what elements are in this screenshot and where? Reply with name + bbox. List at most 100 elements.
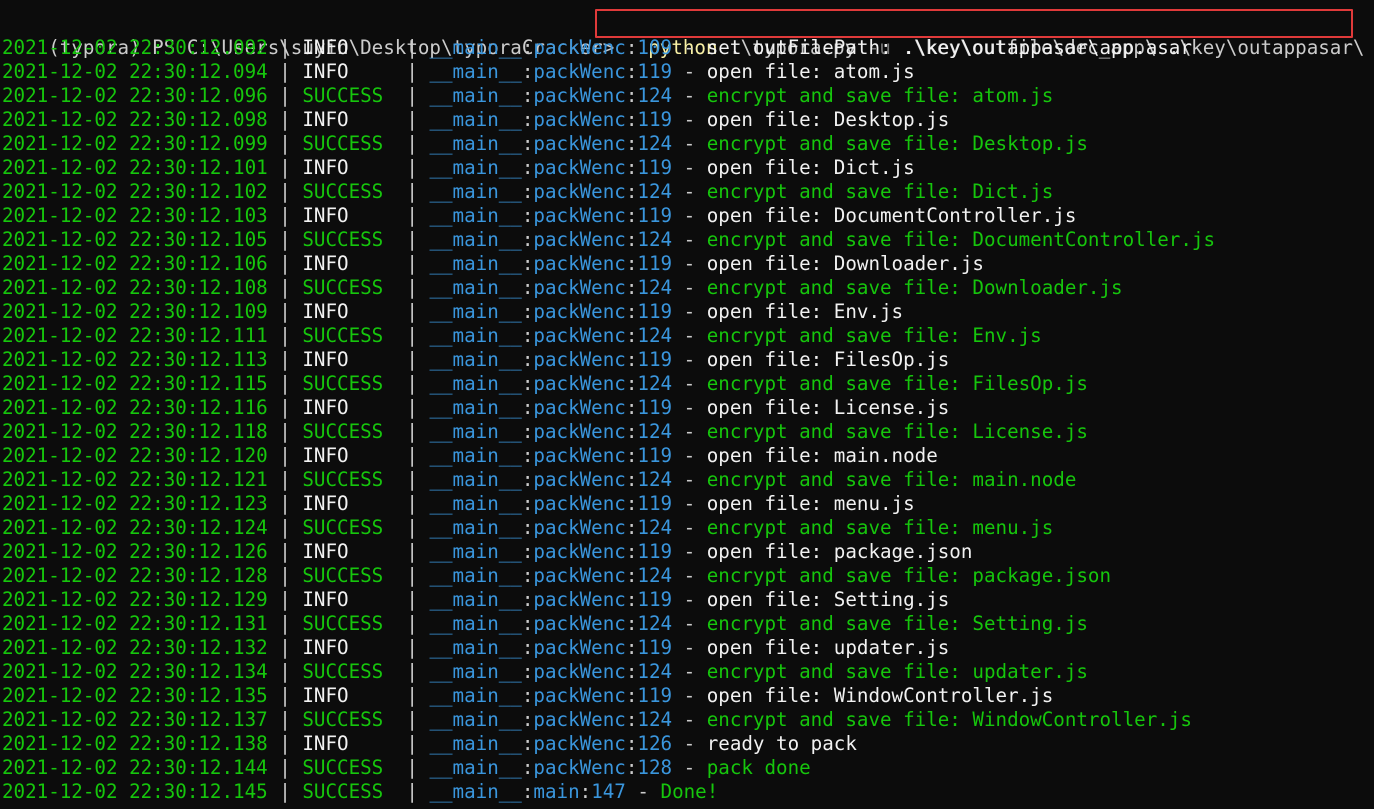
- log-separator: |: [394, 60, 430, 83]
- log-separator: |: [394, 612, 430, 635]
- log-message: encrypt and save file: FilesOp.js: [706, 372, 1088, 395]
- log-line: 2021-12-02 22:30:12.108 | SUCCESS | __ma…: [2, 276, 1123, 300]
- log-colon: :: [521, 204, 534, 227]
- log-module: __main__: [429, 84, 522, 107]
- log-line: 2021-12-02 22:30:12.131 | SUCCESS | __ma…: [2, 612, 1088, 636]
- log-separator: |: [394, 588, 430, 611]
- log-message: open file: main.node: [706, 444, 938, 467]
- log-colon: :: [521, 156, 534, 179]
- log-colon: :: [521, 348, 534, 371]
- log-separator: |: [394, 708, 430, 731]
- log-message: set outFilePath: .\key\outappasar\app.as…: [706, 36, 1192, 59]
- log-module: __main__: [429, 180, 522, 203]
- log-timestamp: 2021-12-02 22:30:12.138: [2, 732, 268, 755]
- log-timestamp: 2021-12-02 22:30:12.135: [2, 684, 268, 707]
- log-module: __main__: [429, 732, 522, 755]
- log-module: __main__: [429, 156, 522, 179]
- log-level: INFO: [302, 732, 395, 755]
- log-line-number: 119: [637, 156, 673, 179]
- log-colon: :: [625, 420, 638, 443]
- log-module: __main__: [429, 372, 522, 395]
- log-timestamp: 2021-12-02 22:30:12.116: [2, 396, 268, 419]
- log-separator: |: [394, 252, 430, 275]
- log-separator: |: [394, 468, 430, 491]
- log-separator: |: [267, 132, 303, 155]
- log-separator: |: [267, 516, 303, 539]
- log-separator: |: [267, 660, 303, 683]
- log-line: 2021-12-02 22:30:12.126 | INFO | __main_…: [2, 540, 972, 564]
- log-separator: |: [394, 132, 430, 155]
- log-colon: :: [625, 516, 638, 539]
- log-separator: |: [394, 372, 430, 395]
- log-separator: |: [267, 612, 303, 635]
- log-timestamp: 2021-12-02 22:30:12.118: [2, 420, 268, 443]
- log-line-number: 119: [637, 252, 673, 275]
- log-module: __main__: [429, 132, 522, 155]
- log-colon: :: [521, 300, 534, 323]
- log-module: __main__: [429, 684, 522, 707]
- terminal-window[interactable]: (typora) PS C:\Users\suyin\Desktop\typor…: [0, 0, 1374, 809]
- log-line: 2021-12-02 22:30:12.102 | SUCCESS | __ma…: [2, 180, 1053, 204]
- log-timestamp: 2021-12-02 22:30:12.106: [2, 252, 268, 275]
- log-line-number: 124: [637, 228, 673, 251]
- log-line-number: 119: [637, 684, 673, 707]
- log-module: __main__: [429, 324, 522, 347]
- log-function: packWenc: [533, 660, 626, 683]
- log-line: 2021-12-02 22:30:12.101 | INFO | __main_…: [2, 156, 915, 180]
- log-function: packWenc: [533, 684, 626, 707]
- log-message: encrypt and save file: Setting.js: [706, 612, 1088, 635]
- log-colon: :: [625, 132, 638, 155]
- log-level: INFO: [302, 396, 395, 419]
- log-colon: :: [521, 732, 534, 755]
- log-level: SUCCESS: [302, 756, 395, 779]
- log-colon: :: [625, 36, 638, 59]
- log-function: packWenc: [533, 444, 626, 467]
- log-line-number: 124: [637, 564, 673, 587]
- log-dash: -: [672, 372, 707, 395]
- log-message: encrypt and save file: package.json: [706, 564, 1112, 587]
- log-timestamp: 2021-12-02 22:30:12.137: [2, 708, 268, 731]
- log-separator: |: [394, 108, 430, 131]
- log-line-number: 124: [637, 132, 673, 155]
- log-module: __main__: [429, 36, 522, 59]
- log-separator: |: [394, 732, 430, 755]
- log-function: packWenc: [533, 708, 626, 731]
- log-line: 2021-12-02 22:30:12.098 | INFO | __main_…: [2, 108, 949, 132]
- log-message: encrypt and save file: License.js: [706, 420, 1088, 443]
- log-separator: |: [394, 660, 430, 683]
- log-colon: :: [521, 492, 534, 515]
- log-colon: :: [521, 276, 534, 299]
- log-level: SUCCESS: [302, 324, 395, 347]
- log-function: packWenc: [533, 612, 626, 635]
- log-timestamp: 2021-12-02 22:30:12.103: [2, 204, 268, 227]
- log-function: packWenc: [533, 324, 626, 347]
- log-separator: |: [267, 108, 303, 131]
- log-timestamp: 2021-12-02 22:30:12.129: [2, 588, 268, 611]
- log-colon: :: [579, 780, 592, 803]
- log-line-number: 119: [637, 300, 673, 323]
- log-function: packWenc: [533, 60, 626, 83]
- log-separator: |: [267, 36, 303, 59]
- log-line: 2021-12-02 22:30:12.135 | INFO | __main_…: [2, 684, 1053, 708]
- log-module: __main__: [429, 564, 522, 587]
- log-module: __main__: [429, 444, 522, 467]
- log-line-number: 126: [637, 732, 673, 755]
- log-line: 2021-12-02 22:30:12.120 | INFO | __main_…: [2, 444, 938, 468]
- log-dash: -: [672, 204, 707, 227]
- log-separator: |: [267, 468, 303, 491]
- log-message: encrypt and save file: atom.js: [706, 84, 1054, 107]
- log-level: SUCCESS: [302, 780, 395, 803]
- log-timestamp: 2021-12-02 22:30:12.109: [2, 300, 268, 323]
- log-line: 2021-12-02 22:30:12.111 | SUCCESS | __ma…: [2, 324, 1042, 348]
- log-level: SUCCESS: [302, 420, 395, 443]
- log-dash: -: [672, 660, 707, 683]
- log-dash: -: [672, 276, 707, 299]
- log-separator: |: [267, 276, 303, 299]
- log-timestamp: 2021-12-02 22:30:12.098: [2, 108, 268, 131]
- log-function: packWenc: [533, 156, 626, 179]
- log-message: open file: updater.js: [706, 636, 950, 659]
- log-message: open file: DocumentController.js: [706, 204, 1077, 227]
- log-line-number: 109: [637, 36, 673, 59]
- log-separator: |: [267, 252, 303, 275]
- log-colon: :: [625, 468, 638, 491]
